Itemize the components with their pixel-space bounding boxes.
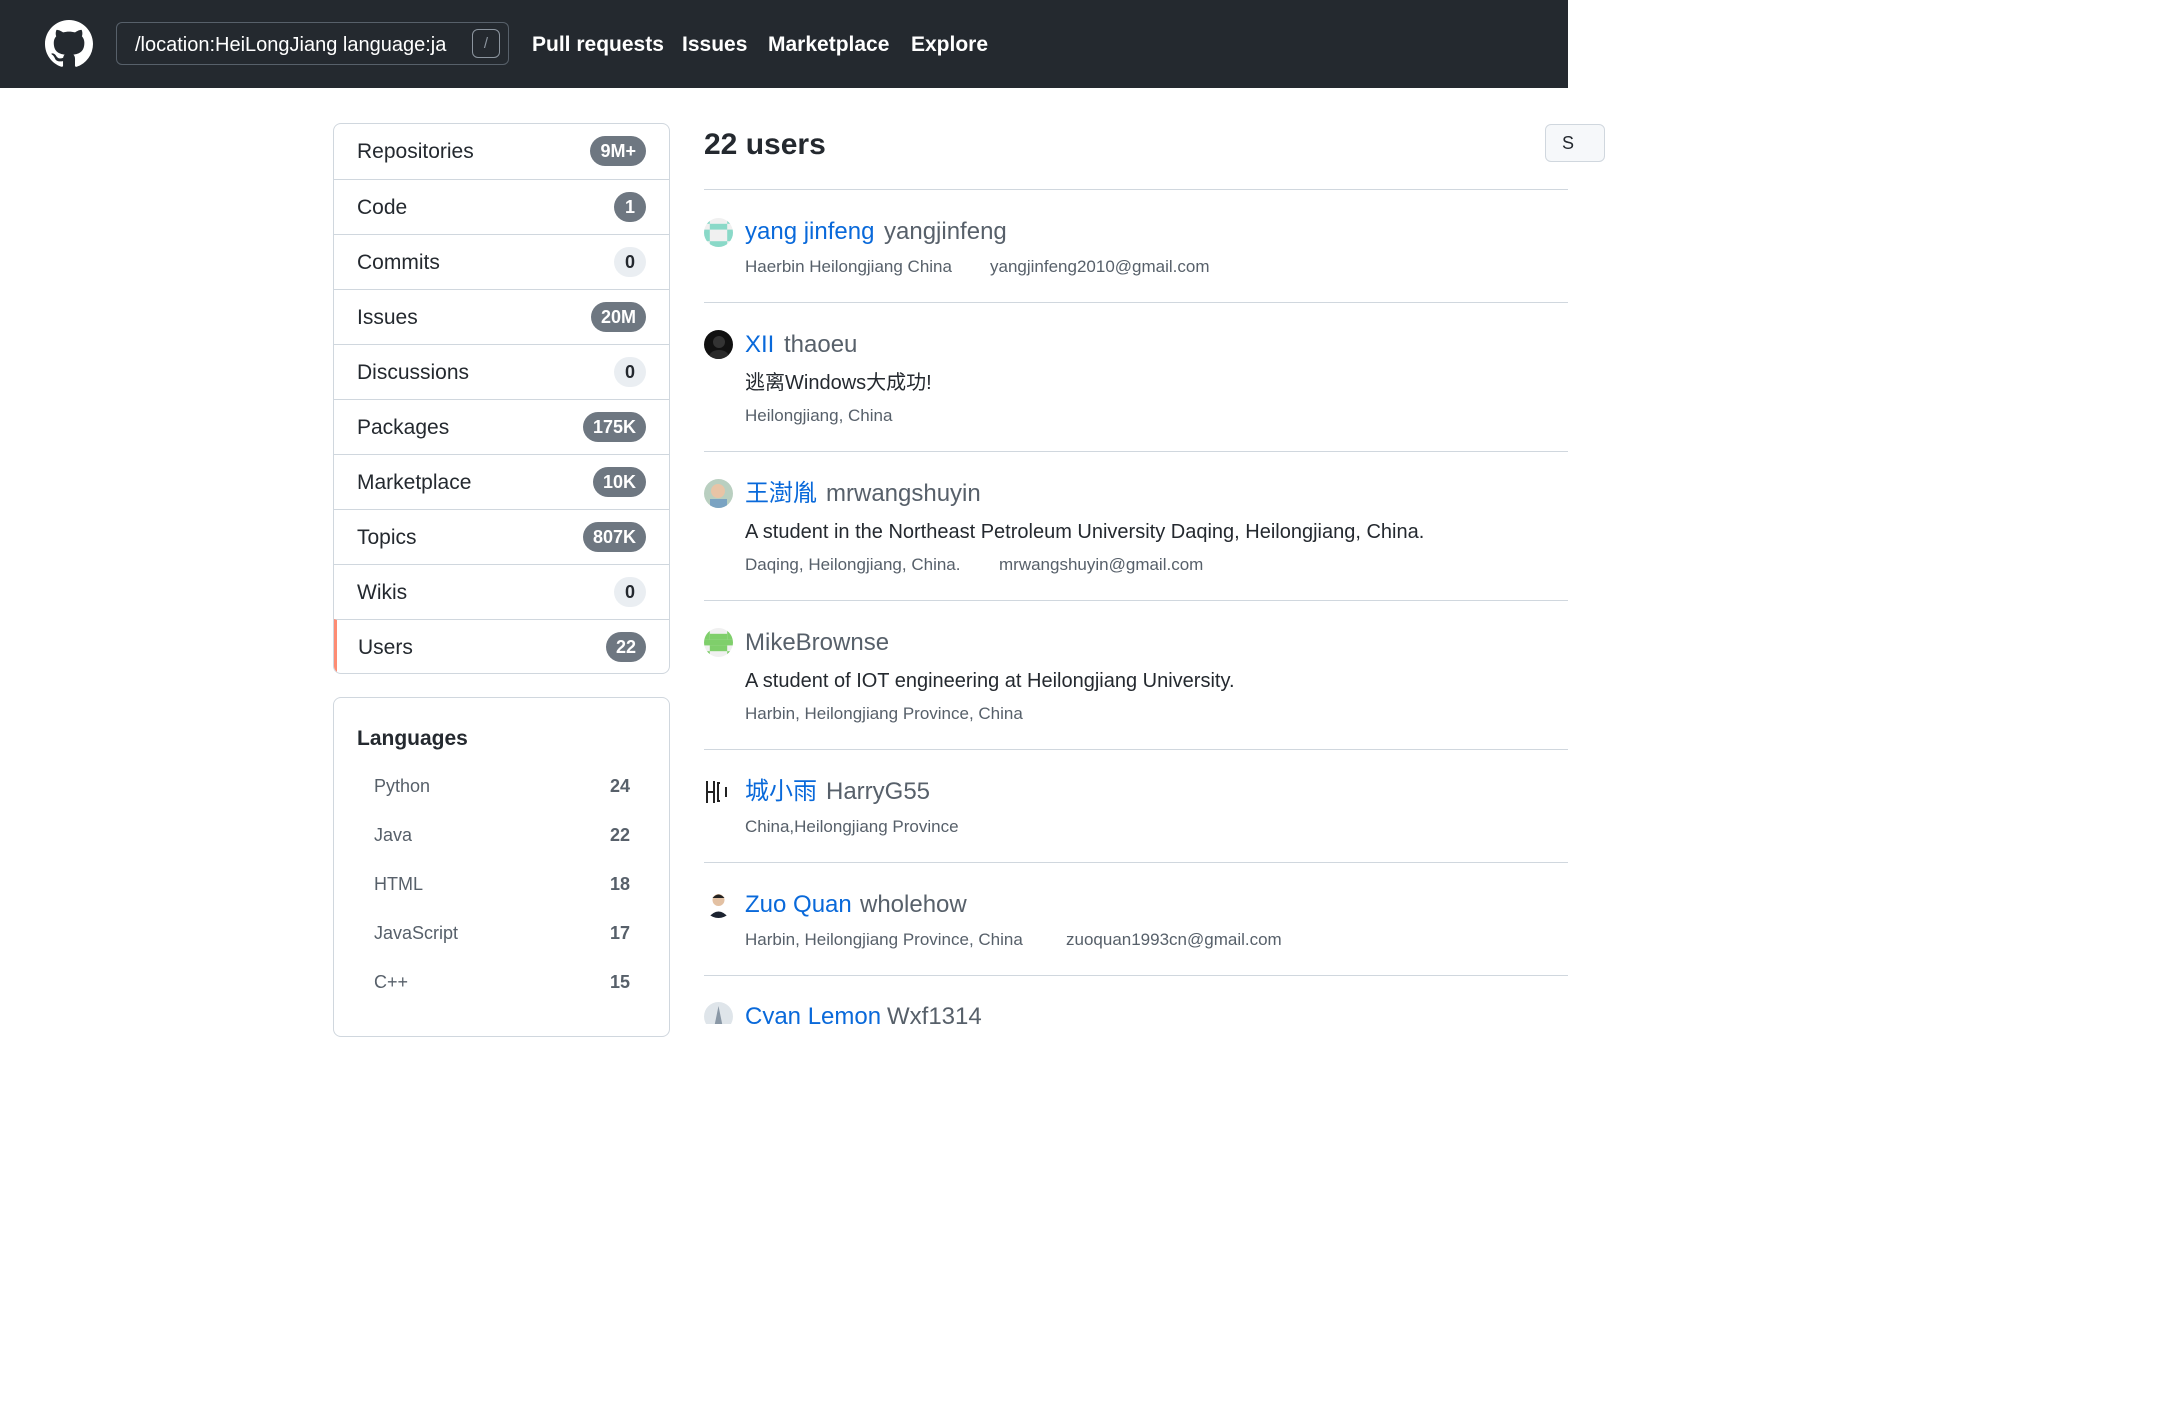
filter-topics[interactable]: Topics 807K: [334, 509, 669, 564]
language-item-html[interactable]: HTML 18: [374, 872, 630, 896]
filter-label: Users: [358, 636, 413, 659]
hc-logo-avatar[interactable]: [704, 777, 733, 806]
filter-count: 0: [614, 357, 646, 387]
nav-pull-requests[interactable]: Pull requests: [532, 32, 664, 58]
filter-commits[interactable]: Commits 0: [334, 234, 669, 289]
user-location: Heilongjiang, China: [745, 406, 893, 425]
filter-count: 175K: [582, 412, 646, 442]
user-result: Cyan Lemon Wxf1314: [704, 976, 1568, 1024]
filter-users[interactable]: Users 22: [334, 619, 669, 673]
filter-label: Topics: [357, 526, 417, 549]
user-location: Harbin, Heilongjiang Province, China: [745, 704, 1023, 723]
user-result: 城小雨 HarryG55 China,Heilongjiang Province: [704, 750, 1568, 863]
user-location: China,Heilongjiang Province: [745, 817, 959, 836]
language-name: C++: [374, 972, 409, 992]
nav-marketplace[interactable]: Marketplace: [768, 32, 889, 58]
user-location: Haerbin Heilongjiang China: [745, 257, 952, 276]
language-item-cpp[interactable]: C++ 15: [374, 970, 630, 994]
filter-count: 10K: [592, 467, 646, 497]
user-bio: 逃离Windows大成功!: [745, 372, 932, 394]
identicon-teal-avatar[interactable]: [704, 218, 733, 247]
nav-issues[interactable]: Issues: [682, 32, 747, 58]
filter-marketplace[interactable]: Marketplace 10K: [334, 454, 669, 509]
filter-label: Issues: [357, 306, 418, 329]
filter-count: 0: [614, 247, 646, 277]
filter-label: Repositories: [357, 140, 474, 163]
user-login[interactable]: thaoeu: [784, 330, 857, 360]
filter-count: 1: [614, 192, 646, 222]
user-login[interactable]: mrwangshuyin: [826, 479, 981, 509]
user-login[interactable]: yangjinfeng: [884, 217, 1007, 247]
portrait-photo-avatar[interactable]: [704, 889, 733, 918]
user-display-name[interactable]: Zuo Quan: [745, 890, 852, 920]
filter-label: Wikis: [357, 581, 408, 604]
language-count: 24: [609, 776, 630, 796]
filter-packages[interactable]: Packages 175K: [334, 399, 669, 454]
language-item-java[interactable]: Java 22: [374, 823, 630, 847]
language-count: 22: [609, 825, 630, 845]
filter-label: Packages: [357, 416, 450, 439]
user-login[interactable]: MikeBrownse: [745, 628, 889, 658]
user-email[interactable]: zuoquan1993cn@gmail.com: [1066, 929, 1282, 951]
language-item-python[interactable]: Python 24: [374, 774, 630, 798]
user-display-name[interactable]: 城小雨: [745, 777, 817, 807]
global-header: /location:HeiLongJiang language:ja / Pul…: [0, 0, 1568, 88]
user-result: Zuo Quan wholehow Harbin, Heilongjiang P…: [704, 863, 1568, 976]
search-input[interactable]: /location:HeiLongJiang language:ja: [116, 22, 509, 65]
language-name: Python: [374, 776, 431, 796]
user-bio: A student in the Northeast Petroleum Uni…: [745, 521, 1425, 543]
user-display-name[interactable]: XII: [745, 330, 774, 360]
user-display-name[interactable]: 王澍胤: [745, 479, 817, 509]
search-type-filters: Repositories 9M+ Code 1 Commits 0 Issues…: [333, 123, 670, 674]
github-logo-icon[interactable]: [45, 20, 93, 68]
filter-count: 807K: [582, 522, 646, 552]
user-result: MikeBrownse A student of IOT engineering…: [704, 601, 1568, 750]
language-name: JavaScript: [374, 923, 459, 943]
nav-explore[interactable]: Explore: [911, 32, 988, 58]
language-name: HTML: [374, 874, 423, 894]
language-count: 17: [609, 923, 630, 943]
dark-photo-avatar[interactable]: [704, 330, 733, 359]
user-bio: A student of IOT engineering at Heilongj…: [745, 670, 1235, 692]
filter-count: 0: [614, 577, 646, 607]
sort-button-label: S: [1562, 133, 1575, 153]
identicon-green-avatar[interactable]: [704, 628, 733, 657]
language-count: 15: [609, 972, 630, 992]
user-login[interactable]: HarryG55: [826, 777, 930, 807]
results-count-title: 22 users: [704, 128, 826, 161]
filter-discussions[interactable]: Discussions 0: [334, 344, 669, 399]
user-location: Harbin, Heilongjiang Province, China: [745, 930, 1023, 949]
figure-photo-avatar[interactable]: [704, 1002, 733, 1024]
user-email[interactable]: mrwangshuyin@gmail.com: [999, 554, 1203, 576]
sort-button[interactable]: S: [1545, 124, 1605, 162]
language-count: 18: [609, 874, 630, 894]
user-result: yang jinfeng yangjinfeng Haerbin Heilong…: [704, 190, 1568, 303]
filter-code[interactable]: Code 1: [334, 179, 669, 234]
filter-label: Marketplace: [357, 471, 472, 494]
filter-count: 20M: [590, 302, 646, 332]
filter-label: Code: [357, 196, 408, 219]
user-result: XII thaoeu 逃离Windows大成功! Heilongjiang, C…: [704, 303, 1568, 452]
filter-issues[interactable]: Issues 20M: [334, 289, 669, 344]
child-photo-avatar[interactable]: [704, 479, 733, 508]
user-display-name[interactable]: Cyan Lemon: [745, 1002, 881, 1024]
filter-count: 9M+: [590, 136, 646, 166]
language-name: Java: [374, 825, 413, 845]
filter-repositories[interactable]: Repositories 9M+: [334, 124, 669, 179]
user-login[interactable]: wholehow: [860, 890, 967, 920]
filter-wikis[interactable]: Wikis 0: [334, 564, 669, 619]
slash-shortcut-key: /: [472, 29, 500, 58]
language-item-javascript[interactable]: JavaScript 17: [374, 921, 630, 945]
filter-count: 22: [605, 632, 646, 662]
languages-title: Languages: [357, 727, 468, 750]
user-email[interactable]: yangjinfeng2010@gmail.com: [990, 256, 1210, 278]
user-login[interactable]: Wxf1314: [887, 1002, 982, 1024]
user-location: Daqing, Heilongjiang, China.: [745, 555, 961, 574]
filter-label: Commits: [357, 251, 440, 274]
languages-panel: Languages Python 24 Java 22 HTML 18 Java…: [333, 697, 670, 1037]
filter-label: Discussions: [357, 361, 470, 384]
user-result: 王澍胤 mrwangshuyin A student in the Northe…: [704, 452, 1568, 601]
user-display-name[interactable]: yang jinfeng: [745, 217, 874, 247]
search-query-text: /location:HeiLongJiang language:ja: [135, 34, 447, 56]
